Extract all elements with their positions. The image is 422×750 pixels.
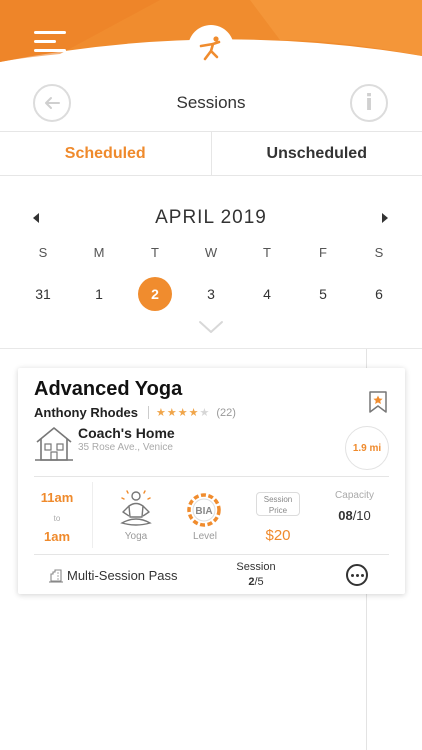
weekday-label: T: [263, 245, 271, 260]
calendar-date[interactable]: 4: [239, 277, 295, 311]
location-address: 35 Rose Ave., Venice: [78, 442, 173, 453]
session-total: /5: [254, 576, 264, 588]
divider: [34, 476, 389, 477]
next-month-icon[interactable]: [382, 213, 388, 223]
menu-icon[interactable]: [34, 31, 66, 55]
session-price: $20: [265, 527, 291, 544]
chevron-down-icon: [199, 321, 223, 333]
price-tag: Session Price: [256, 492, 300, 516]
separator: [148, 406, 149, 419]
dancer-icon: [199, 36, 221, 61]
pass-label: Multi-Session Pass: [67, 568, 178, 583]
session-type-label: Yoga: [124, 531, 148, 542]
session-title: Advanced Yoga: [34, 378, 183, 400]
weekday-label: M: [93, 245, 105, 260]
session-count-label: Session: [236, 561, 276, 573]
expand-calendar-button[interactable]: [198, 320, 224, 339]
weekday-row: S M T W T F S: [15, 245, 407, 260]
location-name: Coach's Home: [78, 425, 175, 441]
rating-stars: ★★★★★: [156, 407, 211, 419]
title-bar: Sessions i: [0, 80, 422, 128]
more-options-icon[interactable]: [346, 564, 368, 586]
calendar-header: APRIL 2019: [0, 205, 422, 233]
session-count-value: 2/5: [224, 576, 288, 588]
start-time: 11am: [40, 490, 74, 505]
calendar-date[interactable]: 3: [183, 277, 239, 311]
calendar-date[interactable]: 6: [351, 277, 407, 311]
calendar-date-selected[interactable]: 2: [138, 277, 172, 311]
end-time: 1am: [43, 529, 71, 544]
app-logo: [188, 25, 234, 71]
info-icon: i: [365, 90, 373, 116]
capacity-filled: 08: [338, 508, 353, 523]
capacity-label: Capacity: [335, 490, 374, 501]
review-count: (22): [216, 406, 236, 419]
info-button[interactable]: i: [350, 84, 388, 122]
weekday-label: F: [319, 245, 327, 260]
level-badge-text: BIA: [195, 506, 212, 517]
ticket-icon: [48, 568, 64, 589]
yoga-pose-icon: [118, 488, 154, 533]
divider: [0, 348, 422, 349]
level-icon: BIA: [185, 492, 223, 533]
price-label: Session: [263, 495, 293, 504]
divider: [92, 482, 93, 548]
calendar-date[interactable]: 1: [71, 277, 127, 311]
date-row: 31 1 2 3 4 5 6: [15, 277, 407, 311]
calendar-date[interactable]: 5: [295, 277, 351, 311]
level-label: Level: [193, 531, 217, 542]
bookmark-button[interactable]: [368, 390, 388, 419]
time-separator: to: [53, 514, 61, 523]
capacity-total: /10: [352, 508, 371, 523]
weekday-label: S: [374, 245, 384, 260]
house-icon: [34, 425, 74, 468]
weekday-label: T: [151, 245, 159, 260]
coach-name[interactable]: Anthony Rhodes: [34, 405, 138, 420]
capacity-value: 08/10: [327, 508, 382, 523]
weekday-label: W: [204, 245, 218, 260]
coach-row: Anthony Rhodes ★★★★★ (22): [34, 405, 236, 420]
calendar-month: APRIL 2019: [155, 207, 267, 228]
tab-unscheduled[interactable]: Unscheduled: [212, 132, 422, 175]
bookmark-star-icon: [369, 391, 387, 413]
session-card[interactable]: Advanced Yoga Anthony Rhodes ★★★★★ (22) …: [18, 368, 405, 594]
tab-scheduled[interactable]: Scheduled: [0, 132, 212, 175]
price-label: Price: [268, 506, 288, 515]
distance-badge: 1.9 mi: [345, 426, 389, 470]
session-tabs: Scheduled Unscheduled: [0, 131, 422, 176]
weekday-label: S: [38, 245, 48, 260]
calendar-date[interactable]: 31: [15, 277, 71, 311]
divider: [34, 554, 389, 555]
